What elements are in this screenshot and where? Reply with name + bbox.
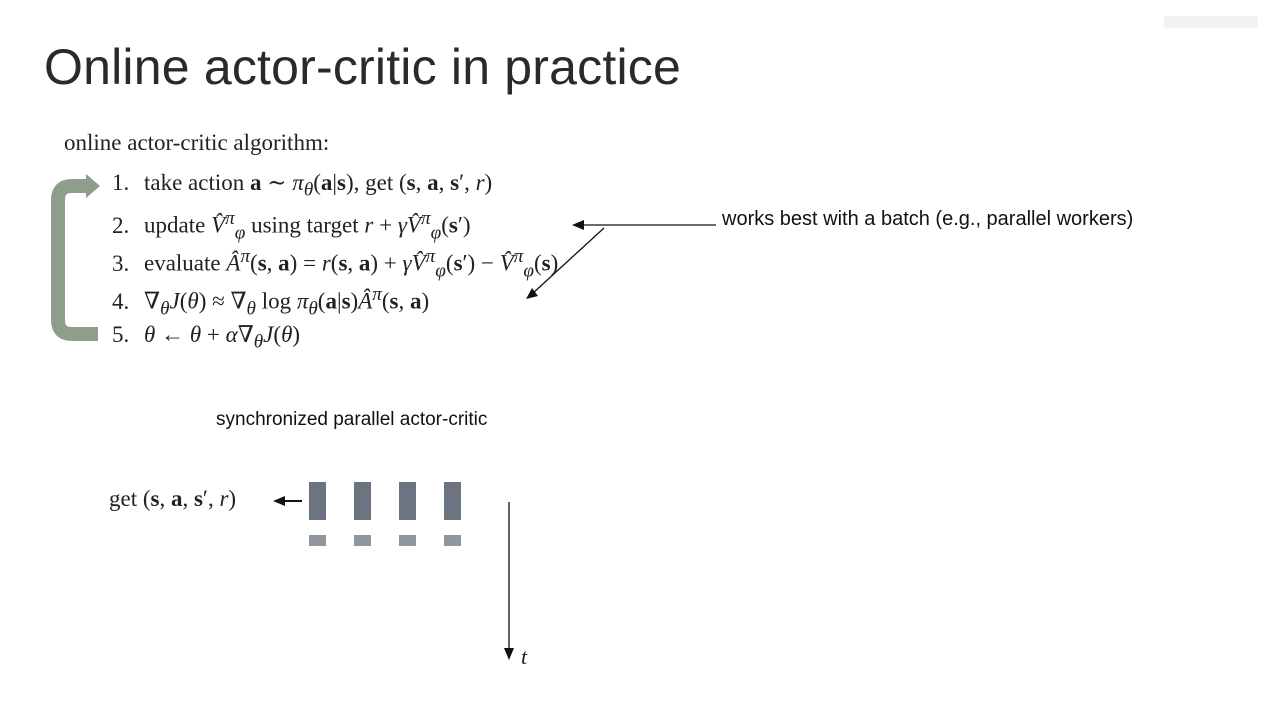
worker-bar [444, 482, 461, 520]
worker-next-step [309, 535, 326, 546]
time-axis-label: t [521, 644, 528, 669]
worker-next-step [444, 535, 461, 546]
callout-arrowhead-icon [572, 220, 584, 230]
step-4: 4. ∇θJ(θ) ≈ ∇θ log πθ(a|s)Âπ(s, a) [112, 284, 430, 320]
get-transition-label: get (s, a, s′, r) [109, 486, 237, 511]
collect-arrowhead-icon [273, 496, 285, 506]
step-2: 2. update V̂πφ using target r + γV̂πφ(s′) [112, 208, 471, 244]
worker-next-step [354, 535, 371, 546]
loop-arrow-icon [51, 179, 98, 341]
sync-parallel-label: synchronized parallel actor-critic [216, 409, 488, 430]
worker-bar [399, 482, 416, 520]
worker-bar [354, 482, 371, 520]
time-axis-arrowhead-icon [504, 648, 514, 660]
loop-arrowhead-icon [86, 174, 100, 198]
step-5: 5. θ ← θ + α∇θJ(θ) [112, 322, 301, 353]
worker-bar [309, 482, 326, 520]
worker-next-step [399, 535, 416, 546]
step-1: 1. take action a ∼ πθ(a|s), get (s, a, s′… [112, 170, 493, 201]
step-3: 3. evaluate Âπ(s, a) = r(s, a) + γV̂πφ(s′… [112, 246, 559, 282]
batch-callout: works best with a batch (e.g., parallel … [722, 208, 1134, 230]
diagram-overlay [51, 174, 716, 660]
